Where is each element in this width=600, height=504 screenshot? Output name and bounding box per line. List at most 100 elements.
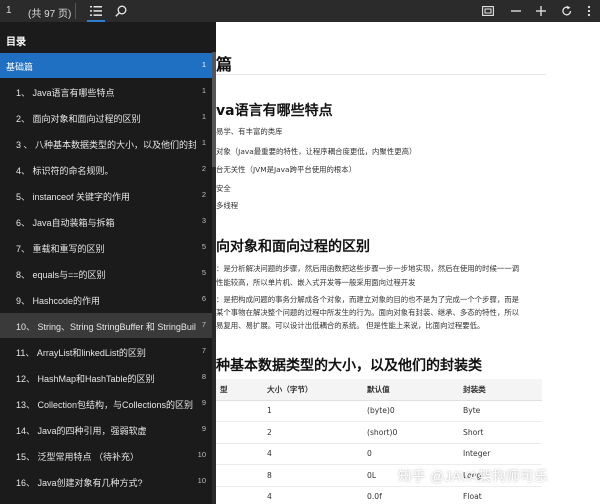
table-cell: Byte [459, 400, 542, 422]
search-button[interactable] [112, 2, 130, 20]
document-page: 篇 va语言有哪些特点 易学、有丰富的类库 对象（Java最重要的特性，让程序耦… [216, 22, 600, 504]
table-cell: 2 [263, 421, 363, 444]
more-icon [587, 5, 591, 17]
section-1-line: 台无关性（JVM是Java跨平台使用的根本） [216, 165, 357, 174]
toc-item-label: 15、 泛型常用特点 （待补充） [16, 452, 140, 462]
more-button[interactable] [580, 2, 598, 20]
zoom-in-button[interactable] [532, 2, 550, 20]
chapter-heading: 篇 [216, 55, 233, 74]
toc-item[interactable]: 2、 面向对象和面向过程的区别 1 [0, 105, 212, 130]
table-cell [216, 443, 263, 465]
toolbar-divider [75, 3, 76, 19]
section-1-line: 多线程 [216, 201, 239, 210]
section-1-line: 易学、有丰富的类库 [216, 127, 283, 136]
toc-page-number: 1 [201, 86, 206, 95]
toc-scrollbar-thumb[interactable] [212, 52, 216, 167]
toc-item-label: 7、 重载和重写的区别 [16, 244, 105, 254]
toc-item-label: 16、 Java创建对象有几种方式? [16, 478, 143, 488]
total-pages: (共 97 页) [28, 9, 72, 20]
toc-page-number: 6 [201, 294, 206, 303]
toc-item[interactable]: 8、 equals与==的区别 5 [0, 261, 212, 286]
toc-item[interactable]: 13、 Collection包结构，与Collections的区别 9 [0, 391, 212, 416]
section-1-title: va语言有哪些特点 [216, 103, 333, 119]
reader-toolbar: 1 (共 97 页) [0, 0, 600, 22]
table-cell: Float [459, 486, 542, 504]
column-header: 型 [216, 379, 263, 401]
table-cell: 8 [263, 464, 363, 487]
toc-item[interactable]: 6、 Java自动装箱与拆箱 3 [0, 209, 212, 234]
toc-item[interactable]: 14、 Java的四种引用，强弱软虚 9 [0, 417, 212, 442]
toc-page-number: 1 [201, 112, 206, 121]
fit-page-icon [482, 6, 494, 16]
search-icon [115, 5, 127, 17]
section-2-line: ：是分析解决问题的步骤，然后用函数把这些步骤一步一步地实现，然后在使用的时候一一… [216, 264, 520, 273]
toc-item-label: 11、 ArrayList和linkedList的区别 [16, 348, 146, 358]
rotate-button[interactable] [558, 2, 576, 20]
toc-item-label: 8、 equals与==的区别 [16, 270, 106, 280]
toc-section-basics[interactable]: 基础篇 1 [0, 53, 212, 78]
toc-panel: 目录 基础篇 1 1、 Java语言有哪些特点 1 2、 面向对象和面向过程的区… [0, 22, 216, 504]
table-cell: 0.0f [363, 486, 459, 504]
toc-item[interactable]: 9、 Hashcode的作用 6 [0, 287, 212, 312]
column-header: 默认值 [363, 379, 459, 401]
section-1-line: 对象（Java最重要的特性，让程序耦合度更低，内聚性更高） [216, 147, 417, 156]
toc-page-number: 10 [197, 450, 206, 459]
toc-page-number: 2 [201, 164, 206, 173]
section-3-title: 种基本数据类型的大小，以及他们的封装类 [216, 358, 482, 374]
toc-item[interactable]: 11、 ArrayList和linkedList的区别 7 [0, 339, 212, 364]
toc-item-label: 5、 instanceof 关键字的作用 [16, 192, 131, 202]
fit-page-button[interactable] [479, 2, 497, 20]
section-2-line: 性能较高，所以单片机、嵌入式开发等一般采用面向过程开发 [216, 278, 416, 287]
section-2-title: 向对象和面向过程的区别 [216, 239, 370, 255]
toc-page-number: 5 [201, 268, 206, 277]
heading-divider [216, 74, 546, 75]
toc-item[interactable]: 1、 Java语言有哪些特点 1 [0, 79, 212, 104]
toc-item-label: 14、 Java的四种引用，强弱软虚 [16, 426, 147, 436]
toc-item[interactable]: 15、 泛型常用特点 （待补充） 10 [0, 443, 212, 468]
toc-item-label: 9、 Hashcode的作用 [16, 296, 101, 306]
table-cell: (byte)0 [363, 400, 459, 422]
toc-page-number: 9 [201, 424, 206, 433]
section-2-line: ：是把构成问题的事务分解成各个对象，而建立对象的目的也不是为了完成一个个步骤，而… [216, 295, 520, 304]
section-2-line: 某个事物在解决整个问题的过程中所发生的行为。面向对象有封装、继承、多态的特性，所… [216, 308, 520, 317]
toc-item-label: 13、 Collection包结构，与Collections的区别 [16, 400, 194, 410]
table-cell [216, 421, 263, 444]
toc-item-label: 2、 面向对象和面向过程的区别 [16, 114, 141, 124]
zoom-out-button[interactable] [507, 2, 525, 20]
column-header: 大小（字节） [263, 379, 363, 401]
toc-page-number: 9 [201, 398, 206, 407]
toc-item[interactable]: 5、 instanceof 关键字的作用 2 [0, 183, 212, 208]
toc-page-number: 1 [201, 138, 206, 147]
toc-item-label: 3 、 八种基本数据类型的大小，以及他们的封装类 [16, 140, 196, 150]
table-row: 2 (short)0 Short [216, 421, 542, 444]
column-header: 封装类 [459, 379, 542, 401]
toc-page-number: 7 [201, 346, 206, 355]
toc-page-number: 7 [201, 320, 206, 329]
toc-item[interactable]: 12、 HashMap和HashTable的区别 8 [0, 365, 212, 390]
toc-item[interactable]: 3 、 八种基本数据类型的大小，以及他们的封装类 1 [0, 131, 212, 156]
toc-item[interactable]: 7、 重载和重写的区别 5 [0, 235, 212, 260]
toc-item[interactable]: 4、 标识符的命名规则。 2 [0, 157, 212, 182]
toc-page-number: 2 [201, 190, 206, 199]
watermark: 知乎 @JAVA架构师可乐 [398, 469, 549, 484]
section-2-line: 易复用、易扩展。可以设计出低耦合的系统。 但是性能上来说，比面向过程要低。 [216, 321, 485, 330]
table-cell: Short [459, 421, 542, 444]
table-cell: 0 [363, 443, 459, 465]
table-cell [216, 486, 263, 504]
list-icon [90, 6, 102, 16]
toc-item-label: 1、 Java语言有哪些特点 [16, 88, 115, 98]
toc-item-label: 10、 String、String StringBuffer 和 StringB… [16, 322, 196, 332]
table-cell: 4 [263, 443, 363, 465]
section-1-line: 安全 [216, 184, 231, 193]
table-cell [216, 400, 263, 422]
table-row: 4 0.0f Float [216, 486, 542, 504]
toc-page-number: 10 [197, 476, 206, 485]
page-number[interactable]: 1 [6, 5, 12, 16]
toc-item-selected[interactable]: 10、 String、String StringBuffer 和 StringB… [0, 313, 212, 338]
table-cell: 4 [263, 486, 363, 504]
table-cell: Integer [459, 443, 542, 465]
toc-title: 目录 [6, 37, 26, 48]
toc-list-button[interactable] [87, 2, 105, 22]
toc-item[interactable]: 16、 Java创建对象有几种方式? 10 [0, 469, 212, 494]
table-row: 4 0 Integer [216, 443, 542, 465]
